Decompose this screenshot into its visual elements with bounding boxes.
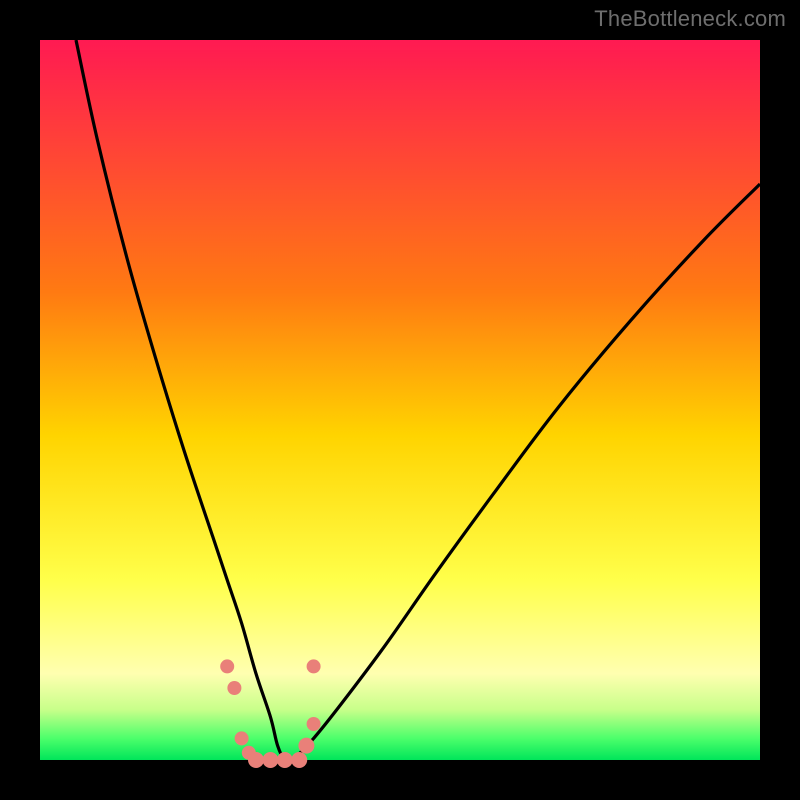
marker-dot (248, 752, 264, 768)
marker-dot (220, 659, 234, 673)
marker-dot (307, 717, 321, 731)
marker-dot (277, 752, 293, 768)
marker-dot (298, 738, 314, 754)
marker-dot (291, 752, 307, 768)
plot-area (40, 40, 760, 760)
watermark-text: TheBottleneck.com (594, 6, 786, 32)
bottleneck-curve (76, 40, 760, 762)
marker-dot (235, 731, 249, 745)
marker-dot (262, 752, 278, 768)
marker-dot (307, 659, 321, 673)
marker-dot (227, 681, 241, 695)
curve-layer (40, 40, 760, 760)
